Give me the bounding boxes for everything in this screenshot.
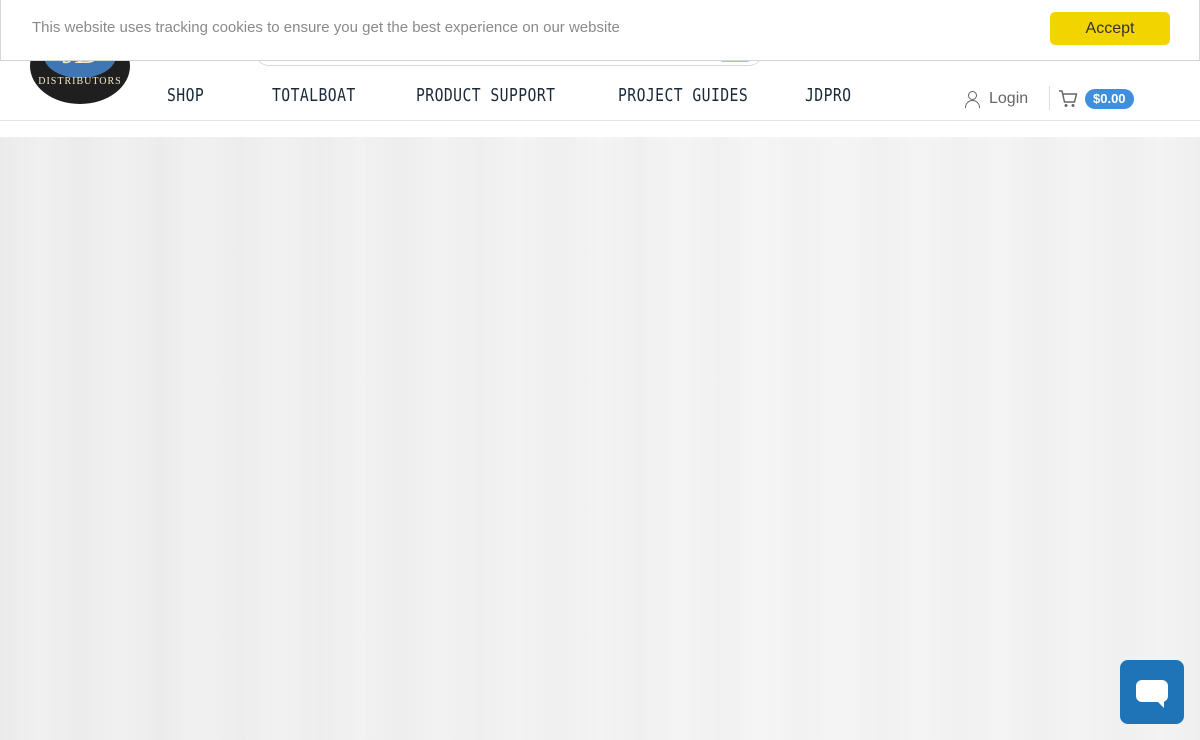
user-icon: [964, 90, 981, 108]
login-link[interactable]: Login: [964, 88, 1028, 110]
chat-bubble-icon: [1136, 680, 1168, 708]
login-label: Login: [989, 90, 1029, 107]
loading-shimmer: [0, 137, 1200, 740]
cart-icon[interactable]: [1058, 90, 1078, 108]
logo-ring-text: DISTRIBUTORS: [38, 76, 122, 87]
cookie-banner: This website uses tracking cookies to en…: [0, 0, 1200, 61]
chat-launcher-button[interactable]: [1120, 660, 1184, 724]
nav-product-support[interactable]: PRODUCT SUPPORT: [416, 84, 555, 108]
accept-cookies-button[interactable]: Accept: [1050, 12, 1170, 45]
nav-totalboat[interactable]: TOTALBOAT: [272, 84, 356, 108]
cart-total-badge[interactable]: $0.00: [1085, 89, 1134, 109]
header-divider: [1049, 86, 1050, 110]
hero-placeholder: [0, 137, 1200, 740]
nav-shop[interactable]: SHOP: [167, 84, 204, 108]
cookie-message: This website uses tracking cookies to en…: [32, 19, 620, 36]
nav-project-guides[interactable]: PROJECT GUIDES: [618, 84, 748, 108]
nav-jdpro[interactable]: JDPRO: [805, 84, 851, 108]
